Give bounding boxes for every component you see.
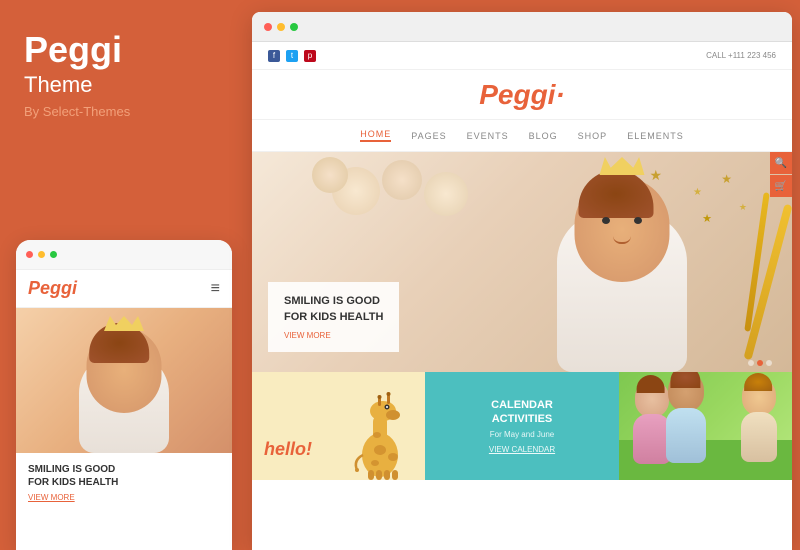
brand-subtitle: Theme	[24, 72, 224, 98]
browser-dot-red[interactable]	[264, 23, 272, 31]
brand-byline: By Select-Themes	[24, 104, 224, 119]
slide-dot-2[interactable]	[757, 360, 763, 366]
facebook-icon[interactable]: f	[268, 50, 280, 62]
mobile-hero-image	[16, 308, 232, 453]
browser-dot-green[interactable]	[290, 23, 298, 31]
kid-2	[659, 372, 714, 460]
browser-content: f t p CALL +111 223 456 Peggi· HOME PAGE…	[252, 42, 792, 550]
nav-item-elements[interactable]: ELEMENTS	[627, 131, 684, 141]
slider-dots	[748, 360, 772, 366]
calendar-link[interactable]: VIEW CALENDAR	[489, 445, 555, 454]
mobile-mockup: Peggi ≡ SMILING IS GOODFOR KIDS HEALTH V…	[16, 240, 232, 550]
mobile-hero	[16, 308, 232, 453]
pinterest-icon[interactable]: p	[304, 50, 316, 62]
mobile-dot-yellow	[38, 251, 45, 258]
browser-dot-yellow[interactable]	[277, 23, 285, 31]
twitter-icon[interactable]: t	[286, 50, 298, 62]
site-top-nav: f t p CALL +111 223 456	[252, 42, 792, 70]
slide-dot-3[interactable]	[766, 360, 772, 366]
site-logo-bar: Peggi·	[252, 70, 792, 120]
mobile-hamburger[interactable]: ≡	[211, 280, 220, 298]
nav-item-shop[interactable]: SHOP	[578, 131, 608, 141]
cart-icon[interactable]: 🛒	[770, 175, 792, 197]
nav-item-pages[interactable]: PAGES	[411, 131, 446, 141]
hero-text-overlay: SMILING IS GOODFOR KIDS HEALTH VIEW MORE	[268, 282, 399, 352]
calendar-subtitle: For May and June	[490, 430, 554, 439]
grid-cell-hello: hello!	[252, 372, 425, 480]
mobile-view-more-link[interactable]: VIEW MORE	[28, 493, 220, 502]
hero-headline: SMILING IS GOODFOR KIDS HEALTH	[284, 294, 383, 325]
hero-background: ★ ★ ★ ★ ★ ★	[252, 152, 792, 372]
brand-title: Peggi	[24, 30, 224, 70]
nav-item-events[interactable]: EVENTS	[467, 131, 509, 141]
grid-cell-kids	[619, 372, 792, 480]
bottom-grid: hello!	[252, 372, 792, 480]
mobile-dot-red	[26, 251, 33, 258]
kids-photo	[619, 372, 792, 480]
hero-view-more[interactable]: VIEW MORE	[284, 331, 383, 340]
hello-text: hello!	[264, 439, 312, 460]
cart-icon-wrapper: 🔍 🛒	[770, 152, 792, 197]
browser-top-bar	[252, 12, 792, 42]
mobile-caption: SMILING IS GOODFOR KIDS HEALTH VIEW MORE	[16, 453, 232, 512]
call-text: CALL +111 223 456	[706, 51, 776, 60]
site-hero: ★ ★ ★ ★ ★ ★	[252, 152, 792, 372]
calendar-title: CALENDARACTIVITIES	[491, 398, 553, 427]
left-panel: Peggi Theme By Select-Themes Peggi ≡	[0, 0, 248, 550]
nav-item-blog[interactable]: BLOG	[529, 131, 558, 141]
slide-dot-1[interactable]	[748, 360, 754, 366]
mobile-logo: Peggi	[28, 278, 77, 299]
site-logo: Peggi·	[479, 79, 565, 111]
kid-3	[734, 378, 784, 460]
nav-item-home[interactable]: HOME	[360, 129, 391, 142]
social-icons: f t p	[268, 50, 316, 62]
hero-baby	[532, 162, 712, 372]
mobile-dot-green	[50, 251, 57, 258]
mobile-top-bar	[16, 240, 232, 270]
search-cart-icon[interactable]: 🔍	[770, 152, 792, 174]
browser-mockup: f t p CALL +111 223 456 Peggi· HOME PAGE…	[252, 12, 792, 550]
mobile-caption-title: SMILING IS GOODFOR KIDS HEALTH	[28, 463, 220, 489]
giraffe-illustration	[345, 385, 410, 480]
mobile-header: Peggi ≡	[16, 270, 232, 308]
site-nav: HOME PAGES EVENTS BLOG SHOP ELEMENTS	[252, 120, 792, 152]
grid-cell-calendar: CALENDARACTIVITIES For May and June VIEW…	[425, 372, 618, 480]
